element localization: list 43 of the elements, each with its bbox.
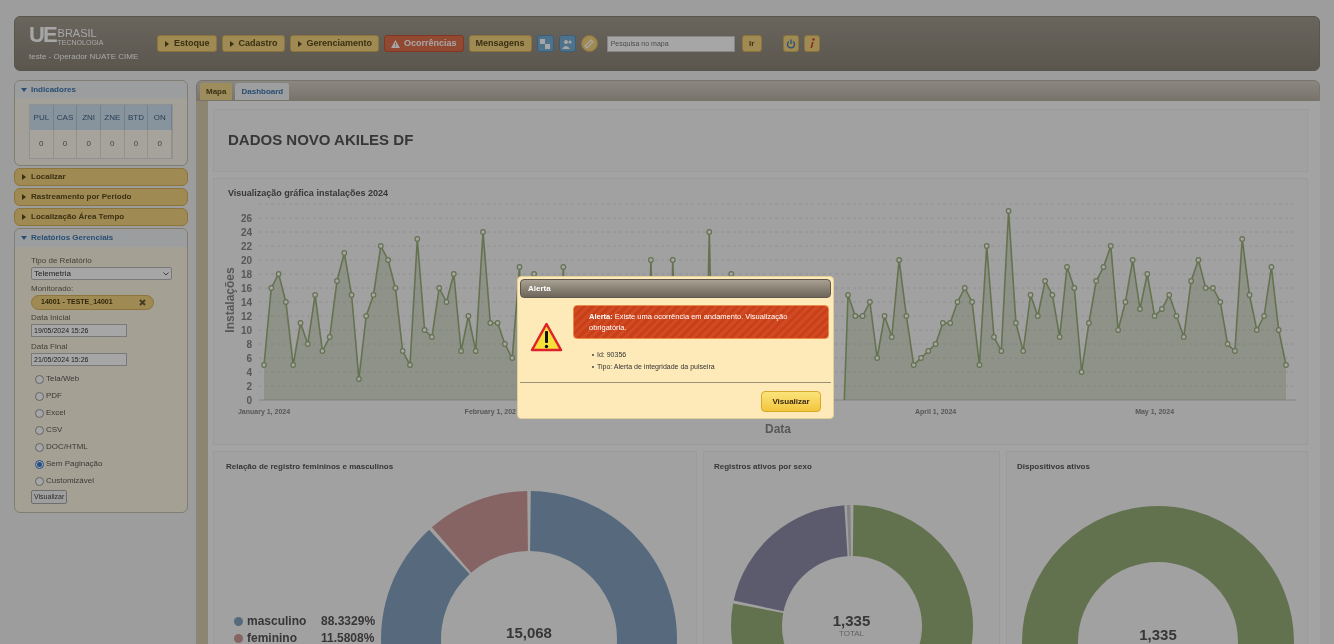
y-tick-label: 16 <box>240 283 252 294</box>
table-header-cell: ZNE <box>101 105 125 130</box>
y-tick-label: 10 <box>240 325 252 336</box>
y-axis-title: Instalações <box>223 267 237 333</box>
donut-total: 15,068 <box>505 623 553 643</box>
y-tick-label: 0 <box>246 395 252 406</box>
table-header-cell: CAS <box>53 105 78 130</box>
field-label: Data Inicial <box>31 312 72 324</box>
field-label: Tipo de Relatório <box>31 255 93 267</box>
legend-label: masculino <box>247 614 308 629</box>
select-value: Telemetria <box>34 267 71 280</box>
donut-total: 1,335 <box>1138 625 1178 644</box>
legend-value: 88.3329% <box>321 614 376 629</box>
chart-title: Registros ativos por sexo <box>714 461 812 473</box>
field-label: Data Final <box>31 341 69 353</box>
y-tick-label: 14 <box>240 297 252 308</box>
chart-title: Relação de registro femininos e masculinos <box>226 461 394 473</box>
table-header-cell: ZNI <box>77 105 101 130</box>
legend-value: 11.5808% <box>321 631 375 644</box>
user-label: teste - Operador NUATE CIME <box>29 51 140 63</box>
y-tick-label: 20 <box>240 255 252 266</box>
logo-text: BRASIL <box>57 28 98 39</box>
logo-mark: UE <box>29 24 56 46</box>
y-tick-label: 12 <box>240 311 252 322</box>
chart-title: Dispositivos ativos <box>1017 461 1090 473</box>
table-header-cell: ON <box>148 105 172 130</box>
y-tick-label: 4 <box>246 367 252 378</box>
table-header-cell: BTD <box>124 105 149 130</box>
y-tick-label: 26 <box>240 213 252 224</box>
y-tick-label: 22 <box>240 241 252 252</box>
y-tick-label: 8 <box>246 339 252 350</box>
x-axis-title: Data <box>765 422 791 436</box>
chart-title: Visualização gráfica instalações 2024 <box>227 187 389 200</box>
donut-total: 1,335 <box>831 611 872 631</box>
dashboard-title: DADOS NOVO AKILES DF <box>228 130 414 151</box>
y-tick-label: 2 <box>246 381 252 392</box>
y-tick-label: 18 <box>240 269 252 280</box>
dialog-title: Alerta <box>520 279 831 298</box>
table-header-cell: PUL <box>30 105 54 130</box>
legend-label: feminino <box>247 631 298 644</box>
y-tick-label: 6 <box>246 353 252 364</box>
y-tick-label: 24 <box>240 227 252 238</box>
field-label: Monitorado: <box>31 283 75 295</box>
